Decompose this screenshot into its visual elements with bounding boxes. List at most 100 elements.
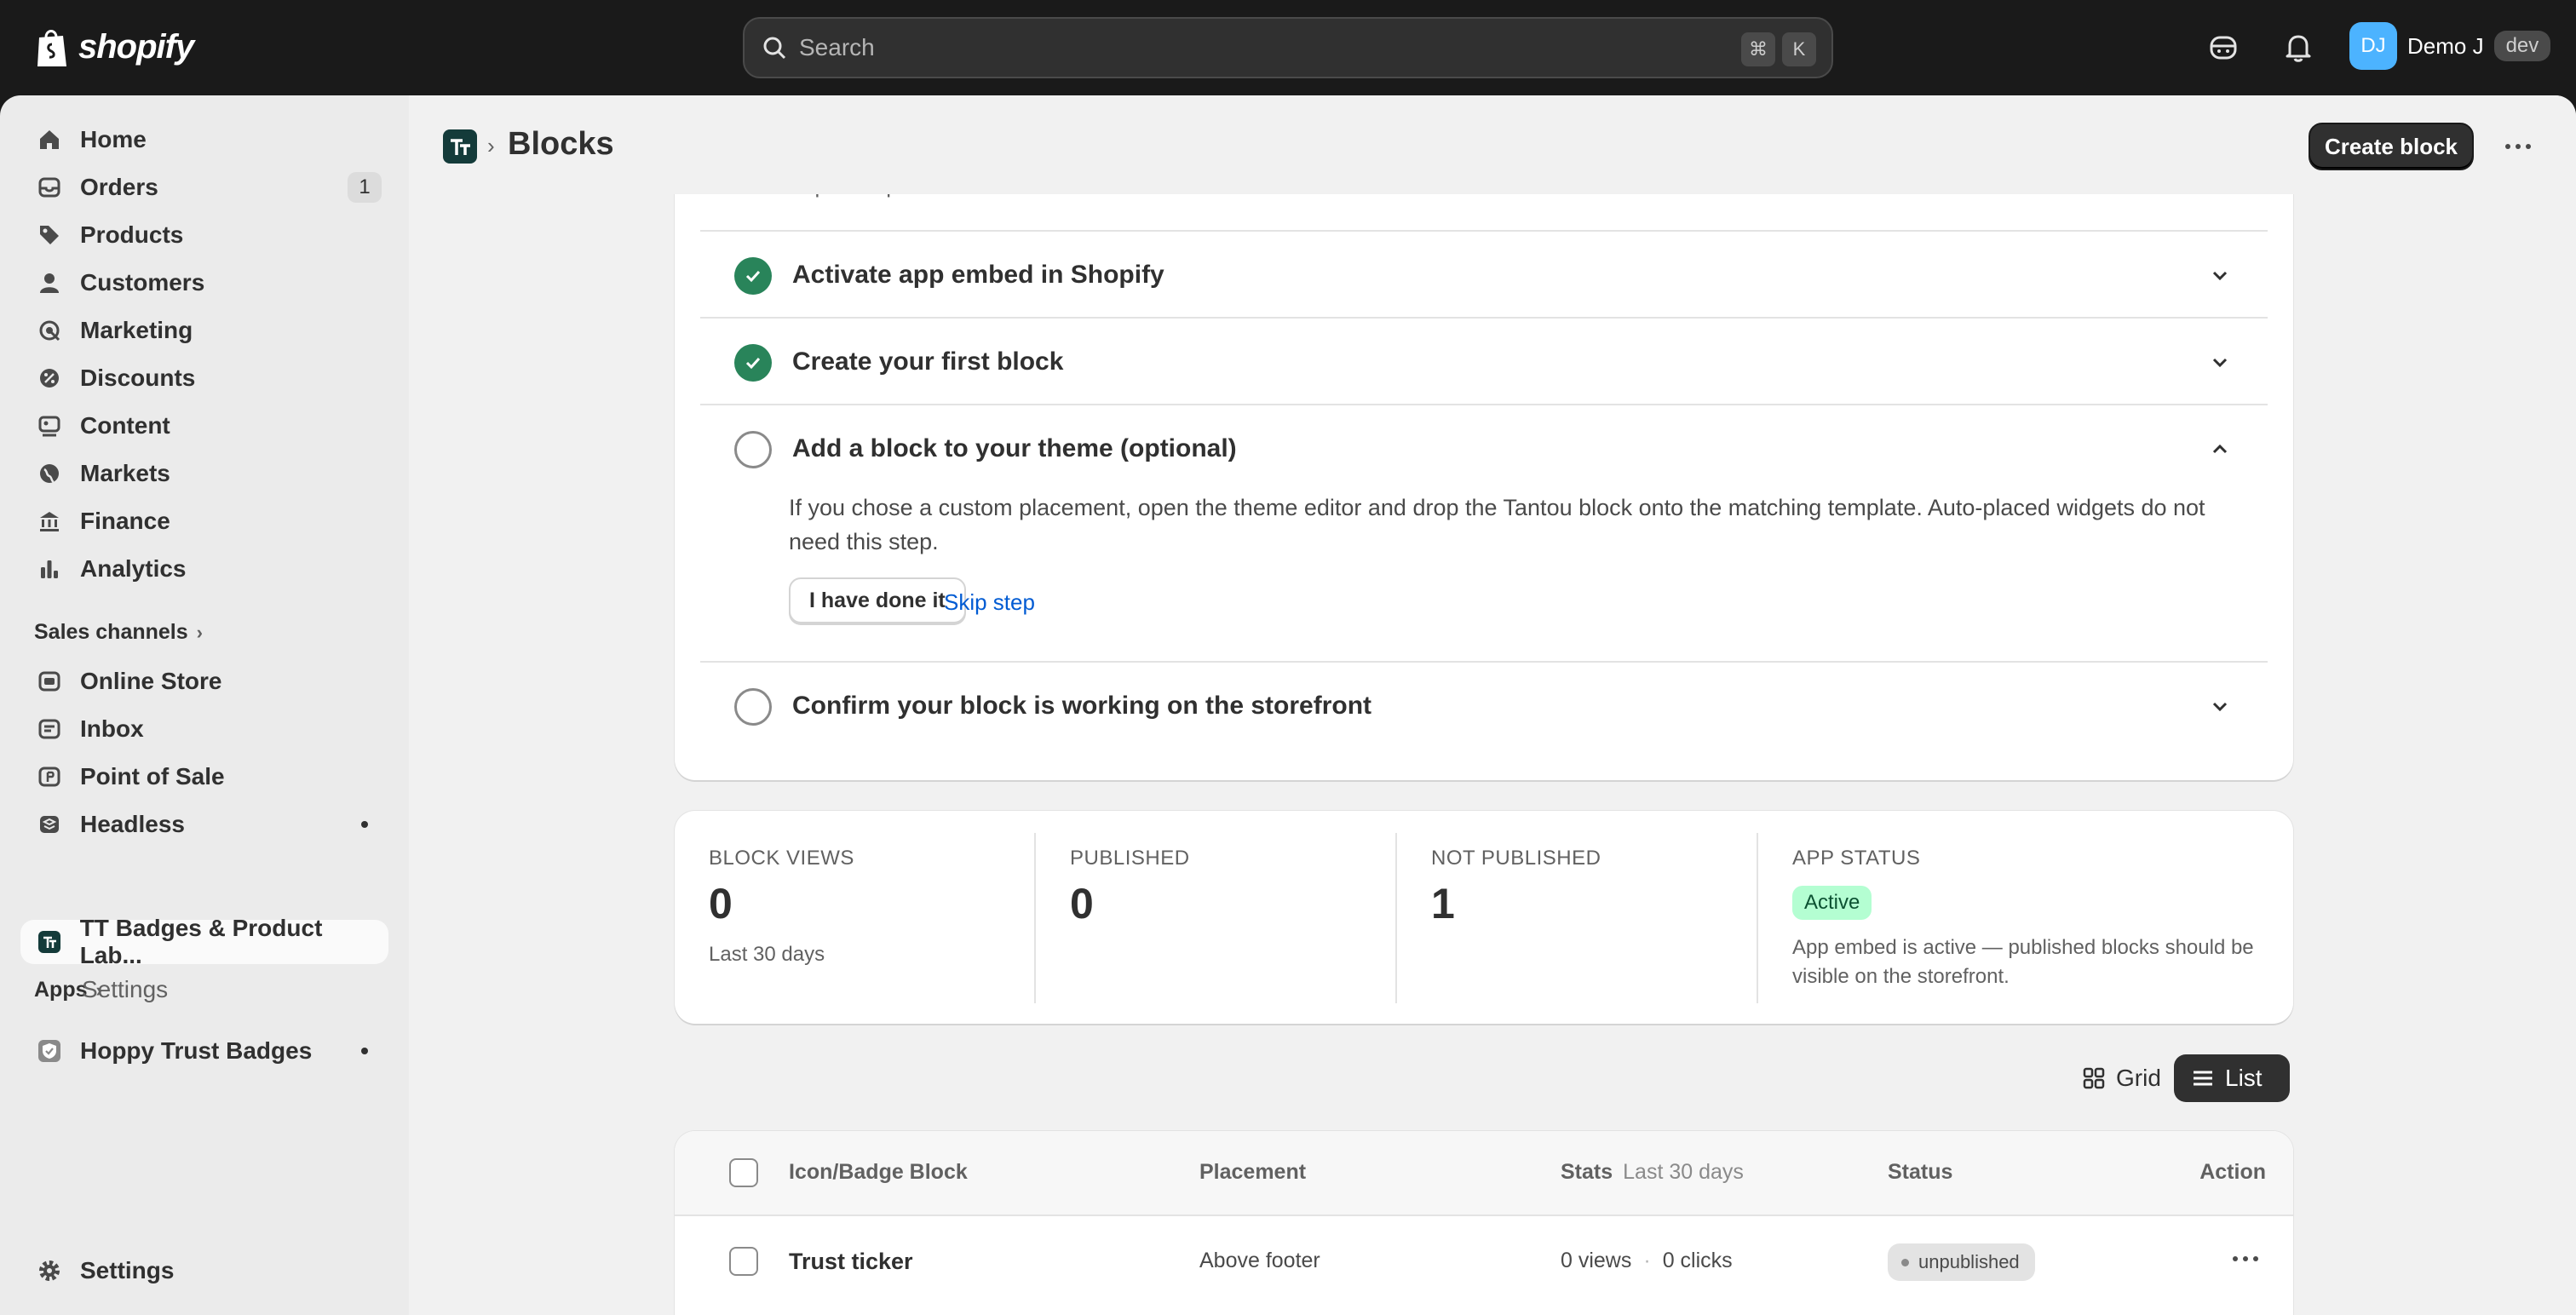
stat-app-status: APP STATUS Active App embed is active — … (1792, 811, 2269, 1024)
tt-app-icon[interactable] (443, 129, 477, 164)
sidebar-item-label: Discounts (80, 365, 196, 391)
stat-label: NOT PUBLISHED (1431, 847, 1601, 870)
sidebar-item-label: Home (80, 126, 147, 152)
page-header: › Blocks Create block (409, 95, 2576, 194)
status-dot (361, 1048, 368, 1054)
bank-icon (36, 508, 63, 535)
avatar: DJ (2349, 22, 2397, 70)
breadcrumb-chevron-icon: › (487, 133, 495, 158)
more-actions-button[interactable] (2498, 129, 2539, 164)
grid-view-button[interactable]: Grid (2065, 1054, 2178, 1102)
divider (1757, 833, 1758, 1003)
sidebar-item-customers[interactable]: Customers (20, 261, 388, 305)
sidebar-item-point-of-sale[interactable]: Point of Sale (20, 755, 388, 799)
sidebar-item-label: Online Store (80, 668, 222, 694)
status-dot (361, 821, 368, 828)
sidebar-item-label: Hoppy Trust Badges (80, 1037, 313, 1064)
chevron-right-icon: › (196, 621, 203, 643)
sidebar-item-settings[interactable]: Settings (20, 1249, 388, 1293)
sidebar-item-label: Marketing (80, 317, 193, 343)
chevron-down-icon (2212, 271, 2228, 281)
sidebar-item-online-store[interactable]: Online Store (20, 659, 388, 703)
sidebar-subitem-settings[interactable]: Settings (82, 976, 168, 1003)
bell-icon[interactable] (2281, 31, 2315, 65)
shortcut-cmd-key: ⌘ (1741, 32, 1775, 66)
setup-guide-card: 2 / 4 steps completed 50% Activate app e… (675, 95, 2293, 780)
top-bar: shopify Search ⌘ K DJ Demo J dev (0, 0, 2576, 95)
setup-step-2[interactable]: Create your first block (700, 317, 2268, 404)
sidebar-item-label: Orders (80, 174, 158, 200)
table-row[interactable]: Trust ticker Above footer 0 views · 0 cl… (675, 1216, 2293, 1305)
person-icon (36, 269, 63, 296)
setup-step-3[interactable]: Add a block to your theme (optional) If … (700, 404, 2268, 661)
sidebar-item-headless[interactable]: Headless (20, 802, 388, 847)
orders-icon (36, 174, 63, 201)
account-menu[interactable]: DJ Demo J dev (2349, 22, 2551, 70)
step-label: Create your first block (792, 347, 1064, 376)
more-horizontal-icon (2233, 1256, 2258, 1261)
skip-step-link[interactable]: Skip step (944, 589, 1035, 616)
discount-icon (36, 365, 63, 392)
stat-value: 0 (1070, 880, 1094, 927)
block-placement: Above footer (1199, 1249, 1320, 1272)
list-view-button[interactable]: List (2174, 1054, 2290, 1102)
views-count: 0 views (1561, 1249, 1632, 1272)
brand-name: shopify (78, 27, 194, 66)
status-badge: unpublished (1888, 1243, 2035, 1281)
step-label: Activate app embed in Shopify (792, 261, 1164, 289)
select-all-checkbox[interactable] (729, 1158, 758, 1187)
list-icon (2194, 1071, 2212, 1086)
sidebar-item-marketing[interactable]: Marketing (20, 308, 388, 353)
sidebar-item-hoppy-trust-badges[interactable]: Hoppy Trust Badges (20, 1029, 388, 1073)
i-have-done-it-button[interactable]: I have done it (789, 577, 966, 623)
sidebar-item-products[interactable]: Products (20, 213, 388, 257)
row-more-actions-button[interactable] (2228, 1245, 2263, 1272)
sidekick-icon[interactable] (2206, 31, 2240, 65)
check-circle-icon (734, 257, 772, 295)
stat-label: PUBLISHED (1070, 847, 1190, 870)
column-header-status: Status (1888, 1160, 1953, 1184)
status-badge: Active (1792, 886, 1872, 920)
status-text: unpublished (1918, 1251, 2020, 1272)
setup-step-1[interactable]: Activate app embed in Shopify (700, 230, 2268, 317)
account-name: Demo J (2407, 32, 2484, 59)
globe-icon (36, 460, 63, 487)
column-header-stats: Stats Last 30 days (1561, 1160, 1744, 1185)
tag-icon (36, 221, 63, 249)
sidebar-item-home[interactable]: Home (20, 118, 388, 162)
stats-header-sub: Last 30 days (1623, 1160, 1744, 1184)
column-header-placement: Placement (1199, 1160, 1307, 1184)
empty-circle-icon (734, 431, 772, 468)
stat-sub: Last 30 days (709, 943, 825, 966)
sidebar: Home Orders 1 Products Customers Marketi… (0, 95, 409, 1315)
sidebar-item-discounts[interactable]: Discounts (20, 356, 388, 400)
search-input[interactable]: Search ⌘ K (743, 17, 1833, 78)
sidebar-item-orders[interactable]: Orders 1 (20, 165, 388, 210)
page-title: Blocks (508, 126, 614, 162)
sidebar-item-content[interactable]: Content (20, 404, 388, 448)
sidebar-item-inbox[interactable]: Inbox (20, 707, 388, 751)
create-block-button[interactable]: Create block (2309, 123, 2474, 170)
pos-icon (36, 763, 63, 790)
sidebar-item-label: Point of Sale (80, 763, 225, 790)
sidebar-item-label: Markets (80, 460, 170, 486)
sales-channels-header[interactable]: Sales channels › (34, 620, 203, 645)
sidebar-item-label: Products (80, 221, 184, 248)
sidebar-item-analytics[interactable]: Analytics (20, 547, 388, 591)
shortcut-k-key: K (1782, 32, 1816, 66)
content-icon (36, 412, 63, 439)
shopify-logo[interactable]: shopify (34, 26, 194, 68)
check-circle-icon (734, 344, 772, 382)
setup-step-4[interactable]: Confirm your block is working on the sto… (700, 661, 2268, 748)
row-checkbox[interactable] (729, 1247, 758, 1276)
sidebar-item-finance[interactable]: Finance (20, 499, 388, 543)
main-content: 2 / 4 steps completed 50% Activate app e… (409, 95, 2576, 1315)
stat-label: APP STATUS (1792, 847, 1921, 870)
block-name[interactable]: Trust ticker (789, 1249, 913, 1275)
sales-channels-label: Sales channels (34, 620, 188, 644)
separator-dot: · (1643, 1249, 1651, 1272)
sidebar-item-markets[interactable]: Markets (20, 451, 388, 496)
grid-label: Grid (2116, 1065, 2161, 1091)
sidebar-item-tt-badges[interactable]: TT Badges & Product Lab... (20, 915, 388, 968)
chevron-down-icon (2212, 702, 2228, 712)
